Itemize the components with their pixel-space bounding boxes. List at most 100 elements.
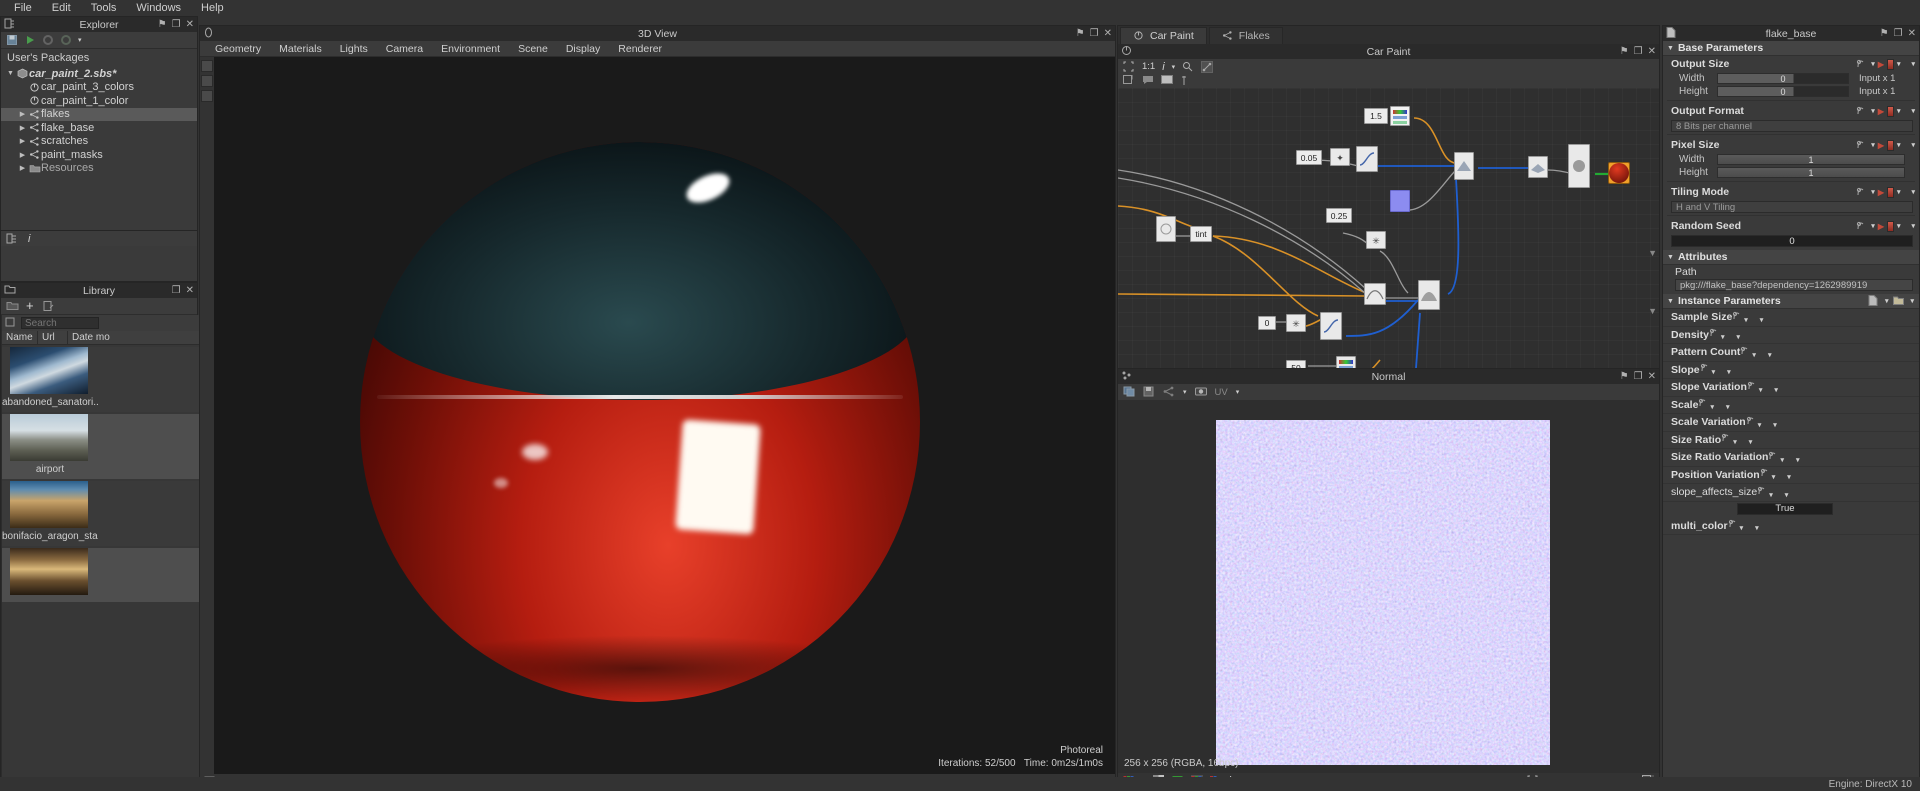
inherit-chip[interactable] [1887, 106, 1894, 117]
chevron-down-icon-3[interactable]: ▾ [1911, 107, 1915, 115]
play-icon[interactable]: ▶ [1878, 60, 1884, 69]
save-image-icon[interactable] [1143, 386, 1155, 398]
function-icon[interactable] [1856, 220, 1868, 232]
instance-param-density[interactable]: Density▾▾ [1663, 327, 1919, 345]
3d-menu-lights[interactable]: Lights [331, 43, 377, 55]
3d-menu-display[interactable]: Display [557, 43, 609, 55]
graph-tint-node[interactable]: tint [1190, 226, 1212, 242]
instance-param-controls[interactable]: ▾▾ [1728, 518, 1759, 533]
chevron-down-icon-2[interactable]: ▾ [1736, 334, 1740, 341]
chevron-down-icon[interactable]: ▾ [1871, 141, 1875, 149]
fit-view-icon[interactable] [1123, 61, 1135, 73]
attribute-path-value[interactable]: pkg:///flake_base?dependency=1262989919 [1675, 279, 1913, 291]
width-value[interactable]: 0 [1717, 73, 1849, 84]
chevron-down-icon[interactable]: ▾ [1744, 317, 1748, 324]
chevron-down-icon-3[interactable]: ▾ [1911, 141, 1915, 149]
graph-math-node-3[interactable]: ✳ [1286, 314, 1306, 332]
graph-material-node[interactable] [1568, 144, 1590, 188]
close-icon[interactable]: ✕ [186, 19, 194, 30]
chevron-down-icon[interactable]: ▾ [1183, 388, 1187, 396]
graph-output-filter-node[interactable] [1528, 156, 1548, 178]
instance-param-controls[interactable]: ▾▾ [1746, 415, 1777, 430]
chevron-down-icon-2[interactable]: ▾ [1910, 297, 1914, 305]
instance-param-controls[interactable]: ▾▾ [1700, 362, 1731, 377]
chevron-down-icon[interactable]: ▾ [1871, 222, 1875, 230]
instance-params-controls[interactable]: ▾ ▾ [1868, 295, 1919, 307]
chevron-down-icon-2[interactable]: ▾ [1796, 457, 1800, 464]
link-icon-2[interactable] [60, 34, 72, 46]
chevron-right-icon[interactable]: ▶ [17, 124, 28, 132]
instance-param-slope-variation[interactable]: Slope Variation▾▾ [1663, 379, 1919, 397]
chevron-down-icon-2[interactable]: ▾ [1897, 60, 1901, 68]
instance-param-scale-variation[interactable]: Scale Variation▾▾ [1663, 414, 1919, 432]
explorer-item-paint-masks[interactable]: ▶paint_masks [1, 148, 197, 162]
3d-menu-scene[interactable]: Scene [509, 43, 557, 55]
pin-icon[interactable]: ⚑ [1620, 46, 1629, 57]
tiling-mode-value[interactable]: H and V Tiling [1671, 201, 1913, 213]
chevron-down-icon[interactable]: ▾ [1172, 63, 1176, 71]
graph-math-node-2[interactable]: ✳ [1366, 231, 1386, 249]
comment-icon[interactable] [1142, 75, 1154, 87]
instance-param-size-ratio-variation[interactable]: Size Ratio Variation▾▾ [1663, 449, 1919, 467]
instance-param-controls[interactable]: ▾▾ [1757, 485, 1788, 500]
chevron-right-icon[interactable]: ▶ [17, 151, 28, 159]
instance-param-pattern-count[interactable]: Pattern Count▾▾ [1663, 344, 1919, 362]
instance-param-scale[interactable]: Scale▾▾ [1663, 397, 1919, 415]
instance-param-multi-color[interactable]: multi_color▾▾ [1663, 518, 1919, 536]
chevron-down-icon[interactable]: ▾ [1710, 404, 1714, 411]
explorer-window-controls[interactable]: ⚑ ❐ ✕ [158, 17, 194, 32]
graph-curve-node-1[interactable] [1356, 146, 1378, 172]
uv-chevron-icon[interactable]: ▾ [1236, 388, 1240, 396]
function-icon[interactable] [1856, 139, 1868, 151]
inherit-chip[interactable] [1887, 187, 1894, 198]
search-input[interactable] [21, 317, 99, 329]
graph-layout-icon[interactable] [1201, 61, 1213, 73]
library-column-name[interactable]: Name [2, 331, 38, 344]
explorer-item-flake-base[interactable]: ▶flake_base [1, 121, 197, 135]
chevron-down-icon[interactable]: ▾ [1871, 188, 1875, 196]
graph-blend-node-1[interactable] [1454, 152, 1474, 180]
camera-icon[interactable] [1195, 386, 1207, 398]
chevron-down-icon-3[interactable]: ▾ [1911, 188, 1915, 196]
tab-car-paint[interactable]: Car Paint [1120, 27, 1207, 44]
chevron-down-icon[interactable]: ▾ [1871, 107, 1875, 115]
instance-param-slope[interactable]: Slope▾▾ [1663, 362, 1919, 380]
chevron-down-icon[interactable]: ▾ [1733, 439, 1737, 446]
graph-math-node-1[interactable]: ✦ [1330, 148, 1350, 166]
function-icon[interactable] [1746, 415, 1758, 427]
function-icon[interactable] [1757, 485, 1769, 497]
chevron-down-icon-2[interactable]: ▾ [1749, 439, 1753, 446]
graph-value-node-2[interactable]: 0.05 [1296, 150, 1322, 165]
save-icon[interactable] [6, 34, 18, 46]
tab-flakes[interactable]: Flakes [1209, 27, 1283, 44]
chevron-down-icon-2[interactable]: ▾ [1787, 474, 1791, 481]
instance-param-controls[interactable]: ▾▾ [1709, 327, 1740, 342]
tree-view-icon[interactable] [6, 233, 18, 245]
chevron-down-icon[interactable]: ▾ [1871, 60, 1875, 68]
instance-param-controls[interactable]: ▾▾ [1698, 397, 1729, 412]
play-icon[interactable]: ▶ [1878, 107, 1884, 116]
search-options-icon[interactable] [5, 317, 17, 329]
viewport-tool-1[interactable] [201, 60, 213, 72]
graph-curve-node-2[interactable] [1320, 312, 1342, 340]
function-icon[interactable] [1721, 432, 1733, 444]
function-icon[interactable] [1698, 397, 1710, 409]
normal-window-controls[interactable]: ⚑ ❐ ✕ [1620, 369, 1656, 384]
chevron-down-icon-3[interactable]: ▾ [1911, 60, 1915, 68]
chevron-down-icon[interactable]: ▾ [1759, 387, 1763, 394]
link-icon-1[interactable] [42, 34, 54, 46]
graph-output-node[interactable] [1608, 162, 1630, 184]
function-icon[interactable] [1700, 362, 1712, 374]
function-icon[interactable] [1856, 58, 1868, 70]
chevron-down-icon-2[interactable]: ▾ [1774, 387, 1778, 394]
3d-menu-renderer[interactable]: Renderer [609, 43, 671, 55]
copy-image-icon[interactable] [1123, 386, 1135, 398]
play-icon[interactable]: ▶ [1878, 188, 1884, 197]
chevron-down-icon[interactable]: ▾ [1740, 525, 1744, 532]
chevron-down-icon-3[interactable]: ▾ [1911, 222, 1915, 230]
instance-param-size-ratio[interactable]: Size Ratio▾▾ [1663, 432, 1919, 450]
info-icon[interactable]: i [1162, 61, 1164, 73]
menu-edit[interactable]: Edit [42, 0, 81, 16]
random-seed-value[interactable]: 0 [1671, 235, 1913, 247]
pin-icon[interactable]: ⚑ [1076, 28, 1085, 39]
